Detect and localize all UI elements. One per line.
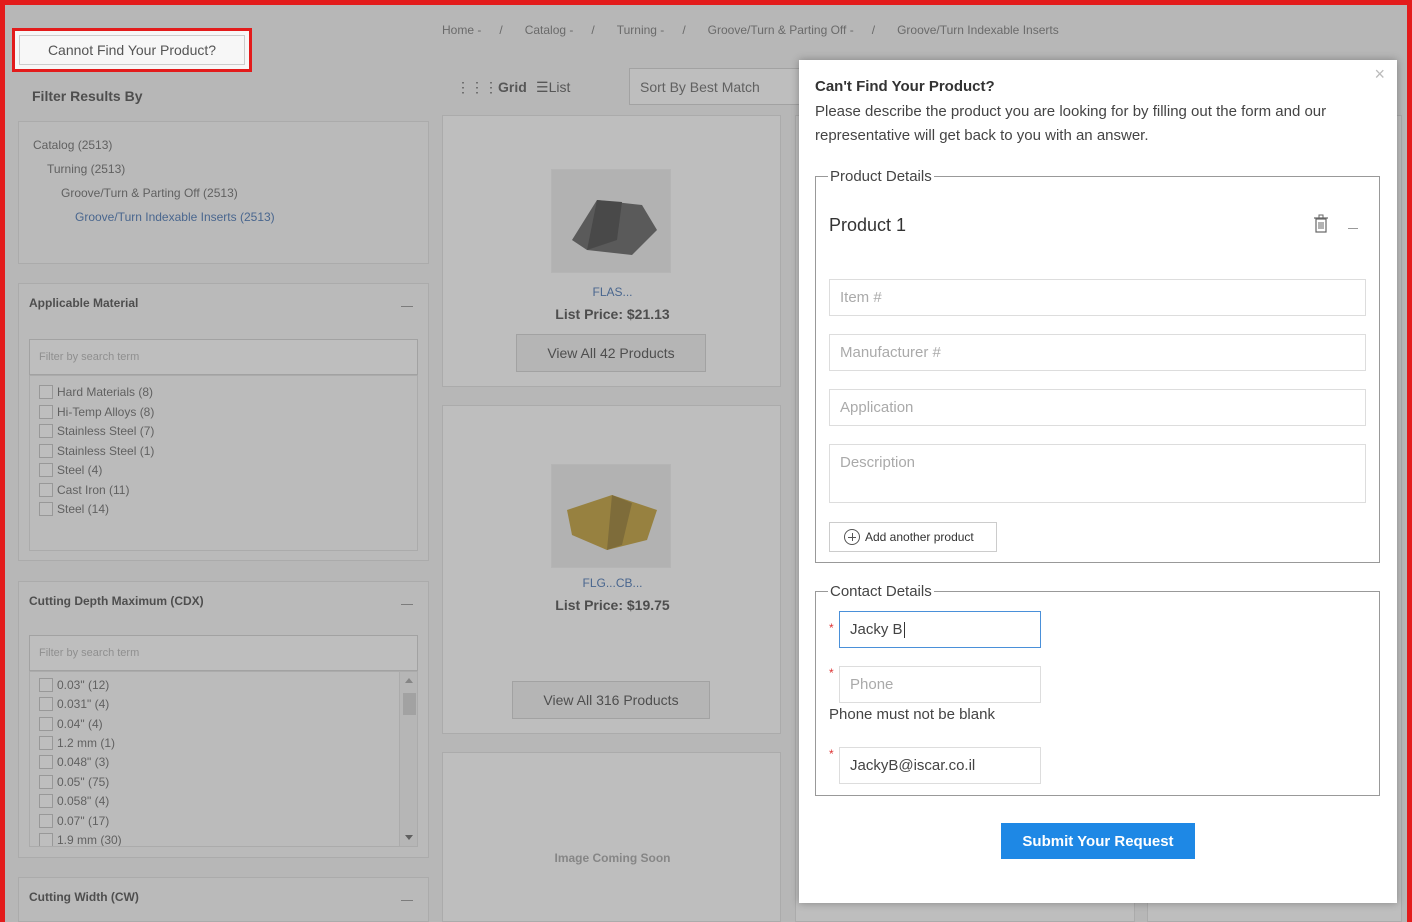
modal-description: Please describe the product you are look… <box>815 103 1327 144</box>
contact-details-legend: Contact Details <box>830 583 932 600</box>
application-field[interactable]: Application <box>829 389 1366 426</box>
phone-field[interactable]: Phone <box>839 666 1041 703</box>
required-asterisk: * <box>829 666 834 680</box>
submit-request-button[interactable]: Submit Your Request <box>1001 823 1195 859</box>
plus-circle-icon <box>844 529 860 545</box>
collapse-product-icon[interactable] <box>1348 228 1358 229</box>
cannot-find-product-button[interactable]: Cannot Find Your Product? <box>12 28 252 72</box>
required-asterisk: * <box>829 621 834 635</box>
manufacturer-number-field[interactable]: Manufacturer # <box>829 334 1366 371</box>
email-field[interactable]: JackyB@iscar.co.il <box>839 747 1041 784</box>
close-icon[interactable]: × <box>1374 64 1385 85</box>
modal-title: Can't Find Your Product? <box>815 78 995 95</box>
cant-find-product-modal: × Can't Find Your Product? Please descri… <box>799 60 1397 903</box>
description-field[interactable]: Description <box>829 444 1366 503</box>
trash-icon[interactable] <box>1313 214 1329 234</box>
add-another-product-button[interactable]: Add another product <box>829 522 997 552</box>
required-asterisk: * <box>829 747 834 761</box>
name-field[interactable]: Jacky B <box>839 611 1041 648</box>
product-details-legend: Product Details <box>830 168 932 185</box>
phone-error-message: Phone must not be blank <box>829 706 995 723</box>
product-title: Product 1 <box>829 215 907 235</box>
text-cursor <box>903 621 905 638</box>
item-number-field[interactable]: Item # <box>829 279 1366 316</box>
